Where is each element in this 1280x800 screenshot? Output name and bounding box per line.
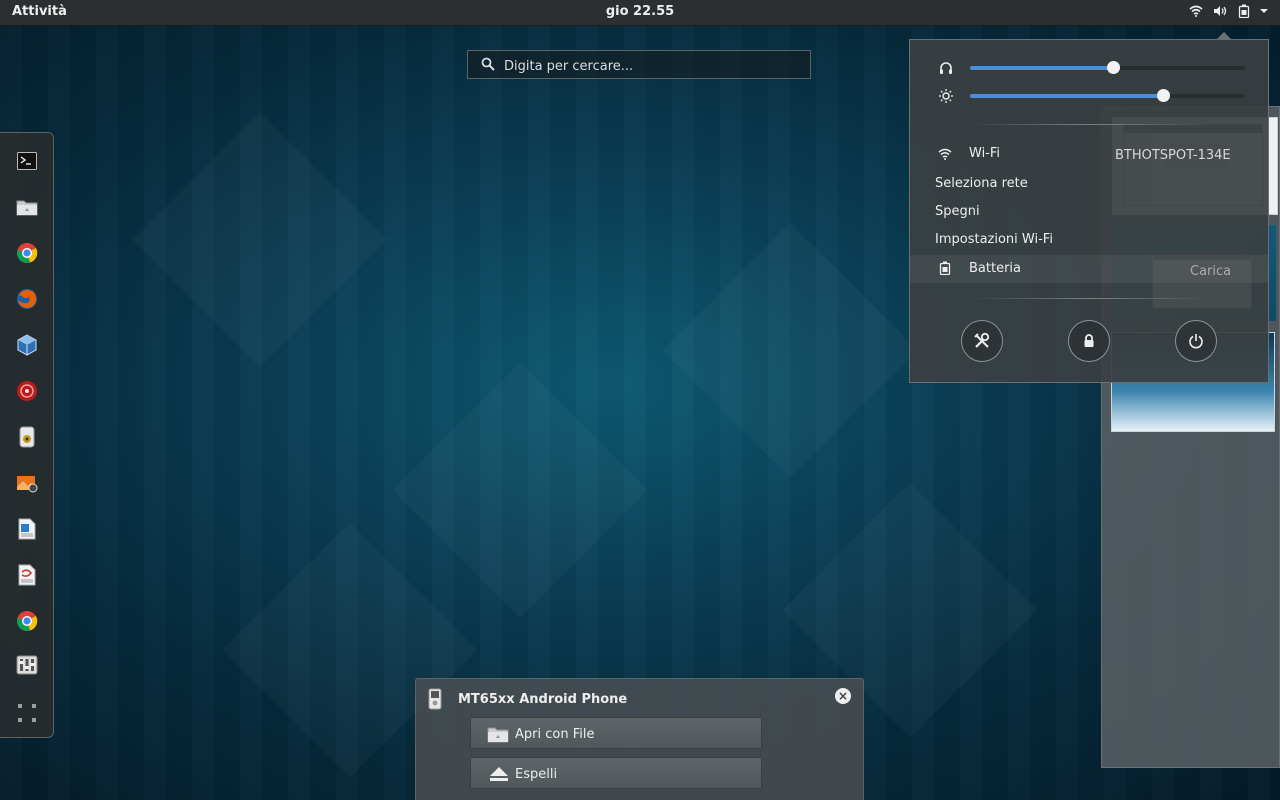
volume-slider[interactable] [970,61,1245,74]
settings-icon [974,332,990,348]
system-tray[interactable] [1189,4,1268,18]
virtualbox-icon [17,334,37,356]
wifi-settings-item[interactable]: Impostazioni Wi-Fi [910,226,1268,254]
dash-app-terminal[interactable] [13,147,41,175]
lock-button[interactable] [1068,320,1110,362]
separator [970,298,1210,299]
wifi-icon [938,148,952,160]
writer-icon [18,518,36,540]
turn-off-label: Spegni [935,204,980,219]
battery-label: Batteria [969,261,1021,276]
brightness-icon [939,89,953,103]
dash-app-mixer[interactable] [13,651,41,679]
mixer-icon [16,655,38,675]
dash-app-ipod[interactable] [13,423,41,451]
search-icon [481,57,495,71]
system-menu: Wi-Fi BTHOTSPOT-134E Seleziona rete Speg… [909,32,1270,383]
open-with-files-label: Apri con File [515,727,595,742]
brightness-slider-row [910,84,1270,108]
dash-app-firefox[interactable] [13,285,41,313]
chrome-icon [17,611,38,631]
power-button[interactable] [1175,320,1217,362]
ipod-icon [19,426,35,448]
wifi-settings-label: Impostazioni Wi-Fi [935,232,1053,247]
dash-app-ruby[interactable] [13,377,41,405]
terminal-icon [17,152,37,170]
eject-label: Espelli [515,767,558,782]
volume-slider-row [910,56,1270,80]
chrome-icon [17,243,38,263]
notification-title: MT65xx Android Phone [458,692,628,707]
show-apps-icon [18,704,36,722]
document-viewer-icon [18,564,36,586]
phone-icon [428,688,442,710]
separator [970,124,1210,125]
close-icon[interactable]: × [835,688,851,704]
search-input[interactable] [502,56,806,76]
wifi-network-name: BTHOTSPOT-134E [1115,148,1231,163]
ruby-icon [17,381,37,401]
dropdown-arrow-icon[interactable] [1260,8,1268,14]
eject-icon [490,767,508,781]
dash-app-files[interactable] [13,193,41,221]
dash-app-photos[interactable] [13,469,41,497]
dash-app-document-viewer[interactable] [13,561,41,589]
menu-arrow [1216,32,1232,40]
device-notification: MT65xx Android Phone × Apri con File Esp… [415,678,864,800]
turn-off-wifi-item[interactable]: Spegni [910,198,1268,226]
lock-icon [1084,334,1094,347]
search-entry[interactable] [467,50,811,79]
photos-icon [17,476,38,493]
battery-icon [939,261,951,275]
open-with-files-button[interactable]: Apri con File [470,717,762,749]
clock[interactable]: gio 22.55 [0,4,1280,19]
dash-app-writer[interactable] [13,515,41,543]
settings-button[interactable] [961,320,1003,362]
firefox-icon [17,289,37,309]
dash-app-chrome-2[interactable] [13,607,41,635]
top-bar: Attività gio 22.55 [0,0,1280,26]
dash-app-virtualbox[interactable] [13,331,41,359]
battery-status: Carica [1190,264,1232,279]
wifi-label: Wi-Fi [969,146,1001,161]
dash [0,132,54,738]
volume-slider-handle[interactable] [1107,61,1120,74]
volume-icon[interactable] [1213,5,1228,17]
folder-icon [487,727,509,743]
show-apps-button[interactable] [13,699,41,727]
battery-icon[interactable] [1238,4,1250,18]
headphones-icon [940,62,952,74]
files-icon [16,200,38,216]
power-icon [1189,334,1203,349]
select-network-item[interactable]: Seleziona rete [910,170,1268,198]
dash-app-chrome[interactable] [13,239,41,267]
wifi-icon[interactable] [1189,5,1203,17]
eject-button[interactable]: Espelli [470,757,762,789]
brightness-slider-handle[interactable] [1156,89,1170,102]
select-network-label: Seleziona rete [935,176,1028,191]
brightness-slider[interactable] [970,89,1245,102]
